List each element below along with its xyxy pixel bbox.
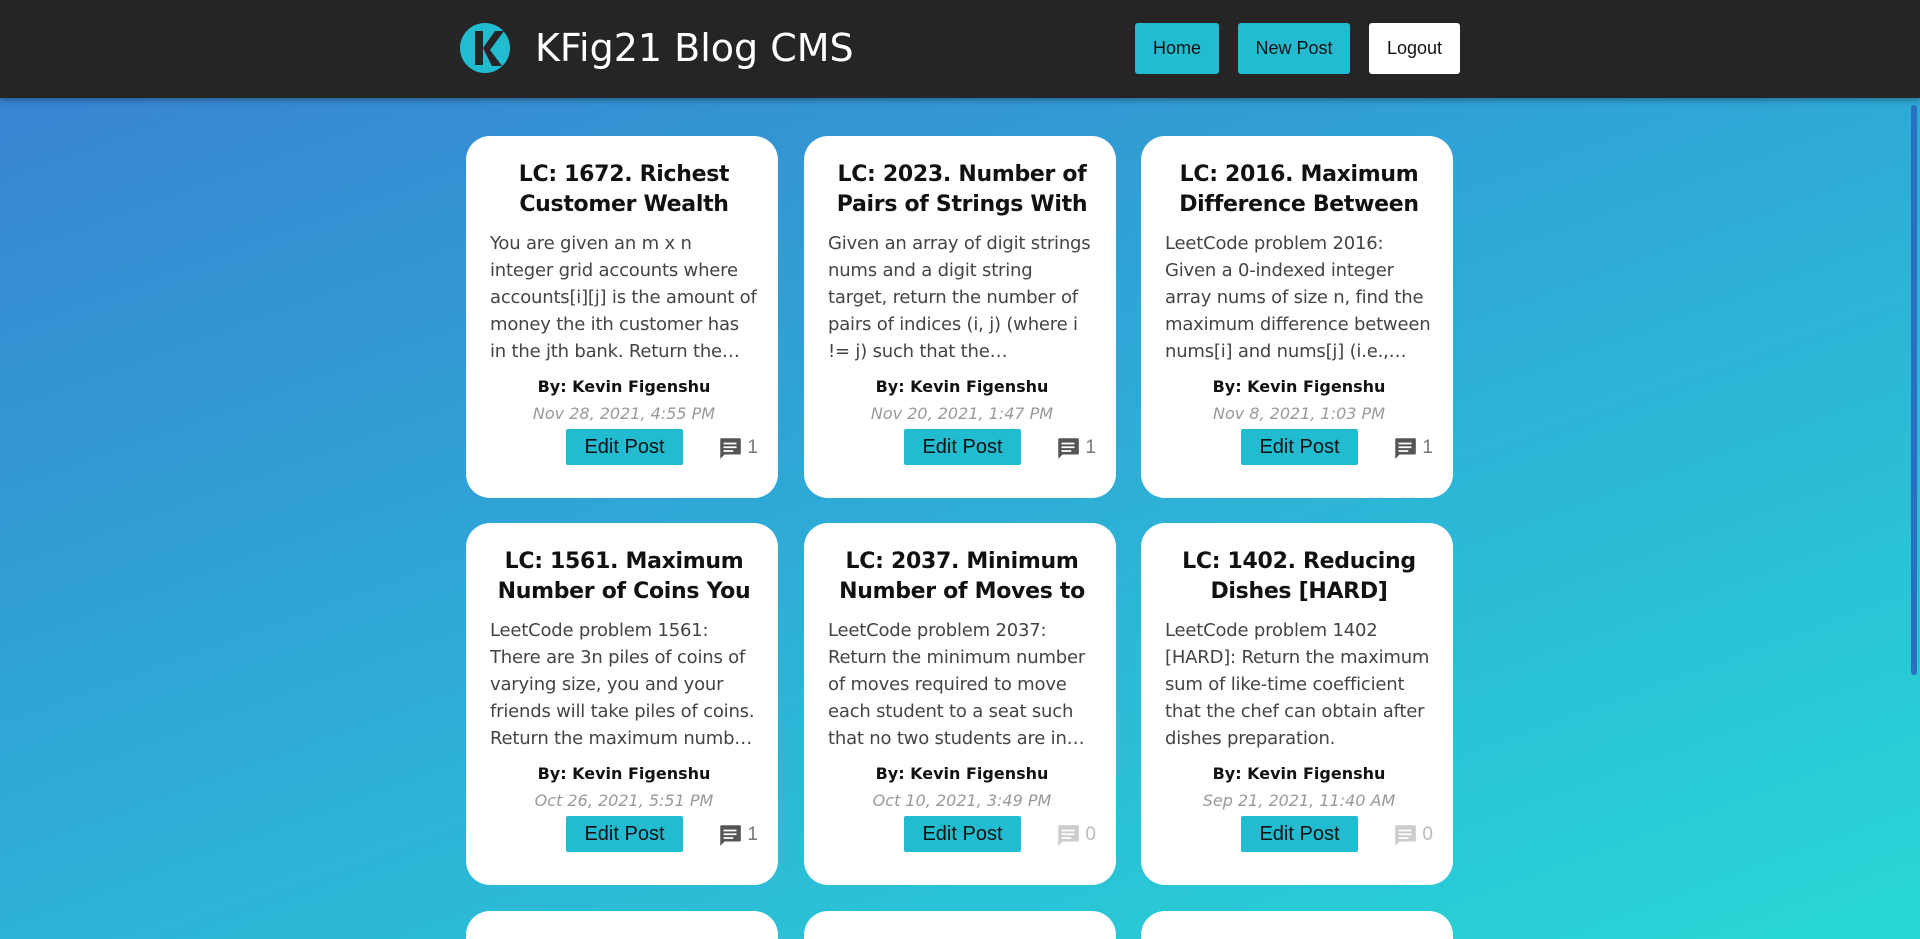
post-author: By: Kevin Figenshu — [875, 377, 1049, 396]
post-date: Oct 26, 2021, 5:51 PM — [534, 791, 714, 810]
edit-post-button[interactable]: Edit Post — [566, 429, 683, 465]
comment-icon — [720, 825, 742, 846]
edit-post-button[interactable]: Edit Post — [1241, 816, 1358, 852]
comment-icon — [720, 438, 742, 459]
comment-count[interactable]: 1 — [1392, 435, 1433, 461]
comment-count-value: 0 — [1422, 824, 1433, 845]
edit-post-button[interactable]: Edit Post — [566, 816, 683, 852]
comment-count[interactable]: 0 — [1055, 822, 1096, 848]
post-date: Nov 28, 2021, 4:55 PM — [532, 404, 716, 423]
post-card: LC: 1672. Richest Customer Wealth You ar… — [466, 136, 778, 498]
logout-button[interactable]: Logout — [1369, 23, 1460, 74]
brand[interactable]: KFig21 Blog CMS — [459, 22, 854, 74]
post-title[interactable]: LC: 2037. Minimum Number of Moves to Sea… — [824, 547, 1100, 607]
edit-post-button[interactable]: Edit Post — [904, 816, 1021, 852]
post-title[interactable]: LC: 2016. Maximum Difference Between — [1161, 160, 1437, 220]
post-card — [804, 911, 1116, 939]
comment-count-value: 0 — [1085, 824, 1096, 845]
kfig-logo-icon — [460, 23, 510, 73]
post-date: Nov 20, 2021, 1:47 PM — [870, 404, 1054, 423]
comment-icon — [1058, 825, 1080, 846]
post-title[interactable]: LC: 1561. Maximum Number of Coins You Ca… — [486, 547, 762, 607]
edit-post-button[interactable]: Edit Post — [1241, 429, 1358, 465]
home-button[interactable]: Home — [1135, 23, 1219, 74]
comment-count[interactable]: 1 — [717, 822, 758, 848]
post-author: By: Kevin Figenshu — [1212, 764, 1386, 783]
comment-count[interactable]: 0 — [1392, 822, 1433, 848]
comment-icon — [1058, 438, 1080, 459]
comment-count-value: 1 — [747, 824, 758, 845]
comment-count-value: 1 — [1085, 437, 1096, 458]
post-excerpt: LeetCode problem 1402 [HARD]: Return the… — [1165, 620, 1430, 749]
post-card: LC: 1561. Maximum Number of Coins You Ca… — [466, 523, 778, 885]
post-card: LC: 2037. Minimum Number of Moves to Sea… — [804, 523, 1116, 885]
site-title: KFig21 Blog CMS — [535, 26, 854, 70]
post-date: Oct 10, 2021, 3:49 PM — [872, 791, 1052, 810]
post-date: Sep 21, 2021, 11:40 AM — [1202, 791, 1396, 810]
new-post-button[interactable]: New Post — [1238, 23, 1350, 74]
comment-icon — [1395, 438, 1417, 459]
post-excerpt: You are given an m x n integer grid acco… — [490, 233, 757, 362]
post-excerpt: LeetCode problem 2037: Return the minimu… — [828, 620, 1086, 749]
post-card — [466, 911, 778, 939]
post-title[interactable]: LC: 1672. Richest Customer Wealth — [486, 160, 762, 220]
comment-count[interactable]: 1 — [717, 435, 758, 461]
post-card: LC: 1402. Reducing Dishes [HARD] LeetCod… — [1141, 523, 1453, 885]
top-navbar: KFig21 Blog CMS Home New Post Logout — [0, 0, 1920, 98]
post-card: LC: 2016. Maximum Difference Between Lee… — [1141, 136, 1453, 498]
post-author: By: Kevin Figenshu — [875, 764, 1049, 783]
post-card: LC: 2023. Number of Pairs of Strings Wit… — [804, 136, 1116, 498]
post-card — [1141, 911, 1453, 939]
post-author: By: Kevin Figenshu — [537, 764, 711, 783]
comment-count-value: 1 — [1422, 437, 1433, 458]
post-excerpt: LeetCode problem 2016: Given a 0-indexed… — [1165, 233, 1431, 362]
comment-count-value: 1 — [747, 437, 758, 458]
post-excerpt: Given an array of digit strings nums and… — [828, 233, 1091, 362]
post-title[interactable]: LC: 1402. Reducing Dishes [HARD] — [1161, 547, 1437, 607]
comment-count[interactable]: 1 — [1055, 435, 1096, 461]
post-title[interactable]: LC: 2023. Number of Pairs of Strings Wit… — [824, 160, 1100, 220]
post-date: Nov 8, 2021, 1:03 PM — [1212, 404, 1386, 423]
comment-icon — [1395, 825, 1417, 846]
post-author: By: Kevin Figenshu — [1212, 377, 1386, 396]
edit-post-button[interactable]: Edit Post — [904, 429, 1021, 465]
post-excerpt: LeetCode problem 1561: There are 3n pile… — [490, 620, 755, 749]
post-author: By: Kevin Figenshu — [537, 377, 711, 396]
scrollbar[interactable] — [1911, 105, 1917, 675]
